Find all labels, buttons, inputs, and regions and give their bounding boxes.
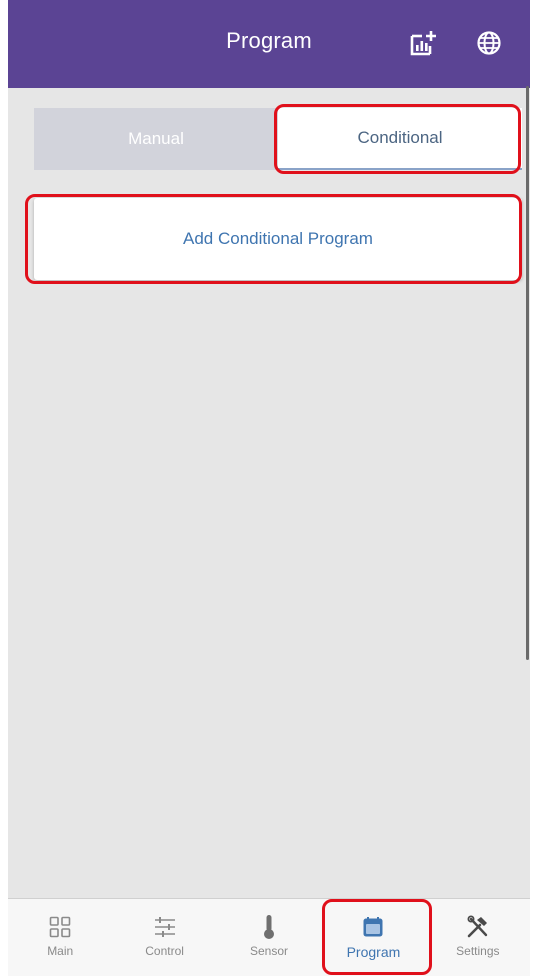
nav-label-settings: Settings <box>456 944 500 958</box>
language-button[interactable] <box>472 26 506 60</box>
nav-label-sensor: Sensor <box>250 944 289 958</box>
scrollbar[interactable] <box>526 86 529 660</box>
grid-icon <box>49 916 71 938</box>
tools-icon <box>467 915 488 938</box>
nav-item-program[interactable]: Program <box>321 899 425 976</box>
add-conditional-program-button[interactable]: Add Conditional Program <box>34 198 522 280</box>
bottom-nav: Main Control Sensor Program Settings <box>8 898 530 976</box>
nav-label-main: Main <box>47 944 74 958</box>
globe-icon <box>477 31 501 55</box>
thermometer-icon <box>264 915 275 939</box>
nav-item-sensor[interactable]: Sensor <box>217 899 321 976</box>
calendar-icon <box>363 917 383 937</box>
nav-label-program: Program <box>346 944 401 960</box>
tab-manual[interactable]: Manual <box>34 108 278 170</box>
tab-conditional[interactable]: Conditional <box>278 108 522 170</box>
page-title: Program <box>226 28 312 53</box>
sliders-icon <box>154 917 175 937</box>
app-screen: Program Manual Conditional Add Condition… <box>8 0 530 976</box>
chart-add-icon <box>410 31 436 56</box>
nav-item-settings[interactable]: Settings <box>426 899 530 976</box>
chart-add-button[interactable] <box>406 26 440 60</box>
nav-label-control: Control <box>145 944 184 958</box>
nav-item-main[interactable]: Main <box>8 899 112 976</box>
program-mode-tabs: Manual Conditional <box>34 108 522 170</box>
top-app-bar: Program <box>8 0 530 88</box>
nav-item-control[interactable]: Control <box>112 899 216 976</box>
